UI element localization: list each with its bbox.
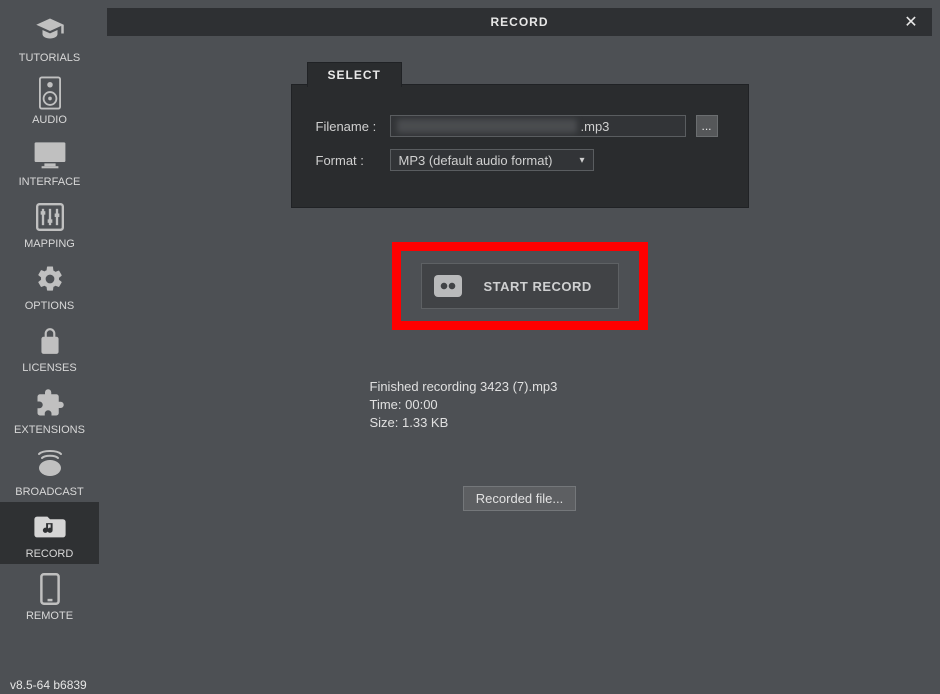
cassette-icon xyxy=(434,275,462,297)
header-bar: RECORD ✕ xyxy=(107,8,932,36)
sidebar-item-extensions[interactable]: EXTENSIONS xyxy=(0,378,99,440)
panel-tab-select[interactable]: SELECT xyxy=(307,62,402,87)
sidebar-item-label: AUDIO xyxy=(32,114,67,126)
version-label: v8.5-64 b6839 xyxy=(0,676,87,694)
graduation-cap-icon xyxy=(30,12,70,50)
format-select[interactable]: MP3 (default audio format) ▾ xyxy=(390,149,594,171)
recorded-file-button[interactable]: Recorded file... xyxy=(463,486,576,511)
content: SELECT Filename : .mp3 ... Format : MP3 … xyxy=(99,36,940,694)
sidebar-item-label: OPTIONS xyxy=(25,300,75,312)
sidebar-item-tutorials[interactable]: TUTORIALS xyxy=(0,6,99,68)
puzzle-icon xyxy=(30,384,70,422)
filename-row: Filename : .mp3 ... xyxy=(316,115,724,137)
phone-icon xyxy=(30,570,70,608)
sidebar-item-label: BROADCAST xyxy=(15,486,83,498)
folder-music-icon xyxy=(30,508,70,546)
filename-value-obscured xyxy=(397,119,577,133)
sidebar-item-options[interactable]: OPTIONS xyxy=(0,254,99,316)
status-line-time: Time: 00:00 xyxy=(370,396,670,414)
chevron-down-icon: ▾ xyxy=(579,155,584,166)
sidebar-item-label: REMOTE xyxy=(26,610,73,622)
format-value: MP3 (default audio format) xyxy=(399,153,553,168)
sidebar-item-record[interactable]: RECORD xyxy=(0,502,99,564)
filename-extension: .mp3 xyxy=(581,119,610,134)
status-line-finished: Finished recording 3423 (7).mp3 xyxy=(370,378,670,396)
sidebar: TUTORIALS AUDIO INTERFACE MAPPING OPTION… xyxy=(0,0,99,694)
sidebar-item-label: INTERFACE xyxy=(19,176,81,188)
format-row: Format : MP3 (default audio format) ▾ xyxy=(316,149,724,171)
gear-icon xyxy=(30,260,70,298)
sidebar-item-mapping[interactable]: MAPPING xyxy=(0,192,99,254)
sidebar-item-remote[interactable]: REMOTE xyxy=(0,564,99,626)
main-panel: RECORD ✕ SELECT Filename : .mp3 ... Form… xyxy=(99,0,940,694)
page-title: RECORD xyxy=(107,15,932,29)
status-block: Finished recording 3423 (7).mp3 Time: 00… xyxy=(370,378,670,432)
panel-body: Filename : .mp3 ... Format : MP3 (defaul… xyxy=(291,84,749,208)
start-record-highlight: START RECORD xyxy=(392,242,648,330)
sidebar-item-audio[interactable]: AUDIO xyxy=(0,68,99,130)
sidebar-item-interface[interactable]: INTERFACE xyxy=(0,130,99,192)
filename-label: Filename : xyxy=(316,119,390,134)
lock-icon xyxy=(30,322,70,360)
browse-button[interactable]: ... xyxy=(696,115,718,137)
select-panel: SELECT Filename : .mp3 ... Format : MP3 … xyxy=(291,84,749,208)
close-button[interactable]: ✕ xyxy=(898,8,924,36)
speaker-icon xyxy=(30,74,70,112)
sliders-icon xyxy=(30,198,70,236)
sidebar-item-licenses[interactable]: LICENSES xyxy=(0,316,99,378)
start-record-button[interactable]: START RECORD xyxy=(421,263,619,309)
sidebar-item-label: RECORD xyxy=(26,548,74,560)
broadcast-icon xyxy=(30,446,70,484)
close-icon: ✕ xyxy=(904,12,917,32)
sidebar-item-label: EXTENSIONS xyxy=(14,424,85,436)
sidebar-item-broadcast[interactable]: BROADCAST xyxy=(0,440,99,502)
start-record-label: START RECORD xyxy=(484,279,592,294)
filename-input[interactable]: .mp3 xyxy=(390,115,686,137)
status-line-size: Size: 1.33 KB xyxy=(370,414,670,432)
sidebar-item-label: MAPPING xyxy=(24,238,75,250)
monitor-icon xyxy=(30,136,70,174)
format-label: Format : xyxy=(316,153,390,168)
sidebar-item-label: LICENSES xyxy=(22,362,76,374)
sidebar-item-label: TUTORIALS xyxy=(19,52,81,64)
